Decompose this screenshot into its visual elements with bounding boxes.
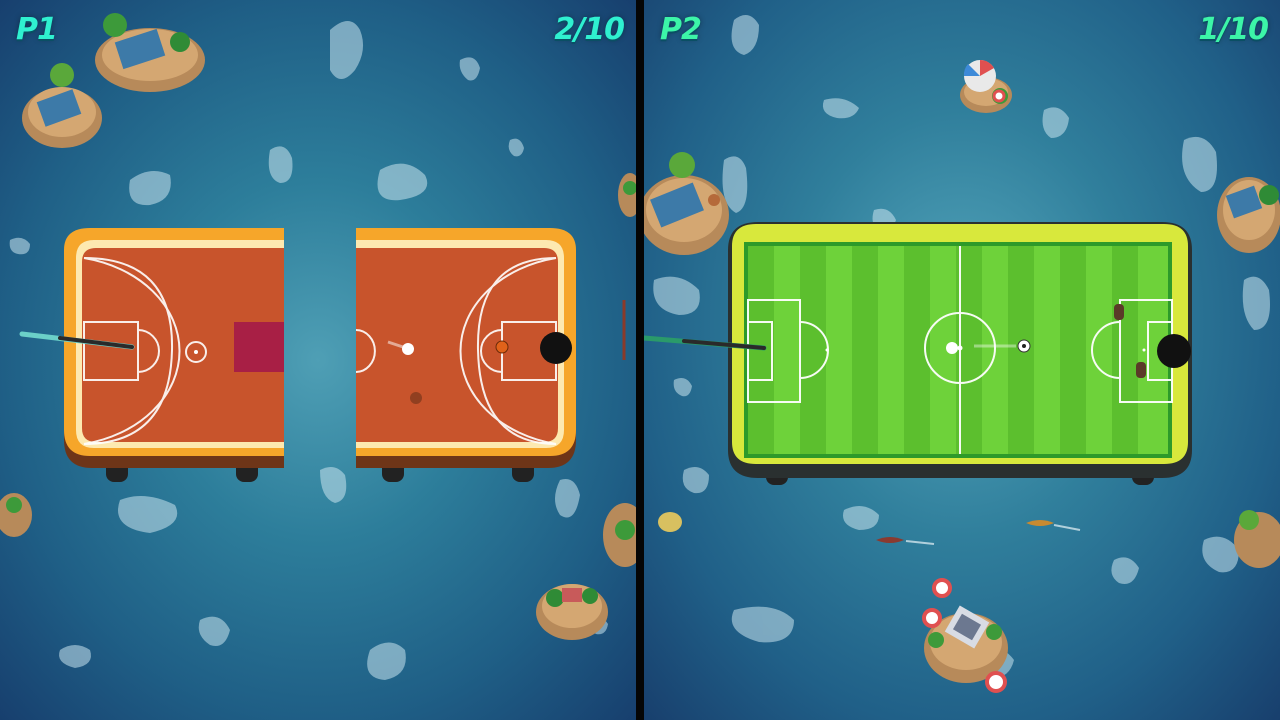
soccer-ball[interactable] <box>1017 339 1031 353</box>
speedboat <box>876 537 935 545</box>
life-ring <box>985 671 1007 693</box>
island <box>0 493 32 537</box>
score-counter: 2/10 <box>554 12 625 47</box>
pocket-hole <box>1157 334 1191 368</box>
island <box>960 59 1012 113</box>
pool-table-basketball-right-half[interactable] <box>355 228 576 482</box>
cue-ball[interactable] <box>946 342 958 354</box>
score-counter: 1/10 <box>1198 12 1269 47</box>
island <box>644 152 729 255</box>
life-ring <box>922 608 942 628</box>
player1-scene <box>0 13 636 680</box>
island <box>1234 510 1280 568</box>
island <box>603 503 636 567</box>
island <box>95 13 205 92</box>
island <box>536 584 608 640</box>
player2-scene <box>644 15 1280 693</box>
island <box>618 173 636 217</box>
island <box>658 512 682 532</box>
basketball[interactable] <box>495 340 509 354</box>
life-ring <box>932 578 952 598</box>
obstacle-post <box>1114 304 1124 320</box>
obstacle-post <box>1136 362 1146 378</box>
player-label: P1 <box>16 12 58 47</box>
pocket-hole <box>540 332 572 364</box>
pool-table-basketball-left-half[interactable] <box>64 228 284 482</box>
split-screen: P1 2/10 P2 1/10 <box>0 0 1280 720</box>
player-label: P2 <box>660 12 702 47</box>
pool-table-soccer[interactable] <box>728 222 1192 485</box>
player1-view: P1 2/10 <box>0 0 636 720</box>
cue-ball[interactable] <box>402 343 414 355</box>
life-ring <box>992 89 1006 103</box>
island <box>1217 177 1280 253</box>
split-divider <box>636 0 644 720</box>
island <box>22 63 102 148</box>
player2-view: P2 1/10 <box>644 0 1280 720</box>
speedboat <box>1026 520 1081 531</box>
